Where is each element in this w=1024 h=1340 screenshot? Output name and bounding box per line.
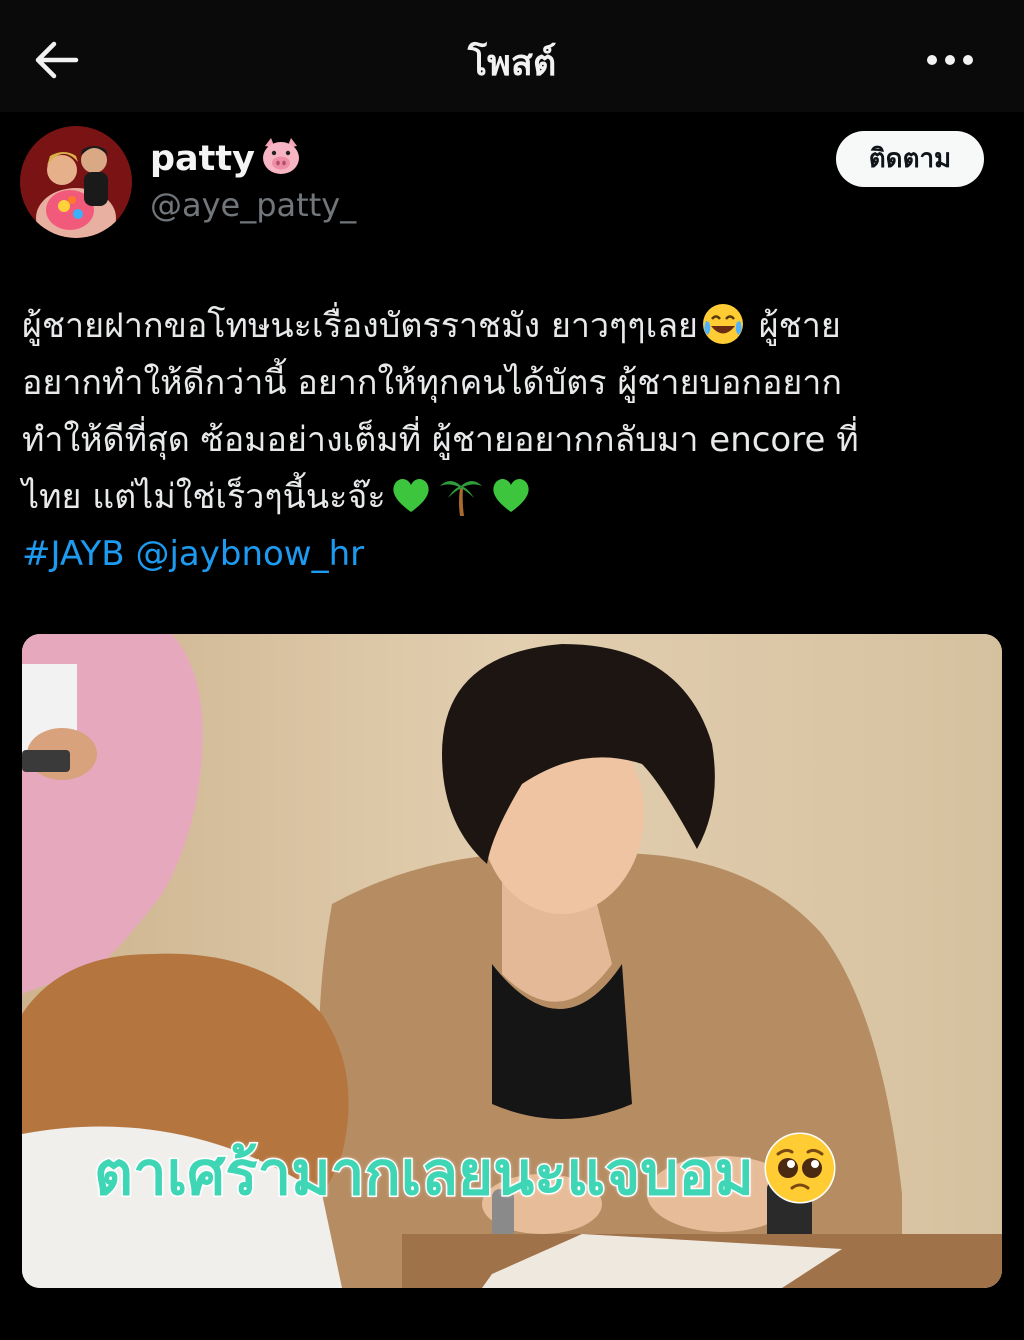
display-name[interactable]: patty bbox=[150, 136, 303, 179]
more-options-button[interactable] bbox=[924, 48, 976, 72]
palm-tree-icon bbox=[439, 481, 482, 516]
pig-face-icon bbox=[262, 138, 299, 174]
green-heart-icon bbox=[392, 478, 429, 512]
tweet-line-4: ไทย แต่ไม่ใช่เร็วๆนี้นะจ๊ะ bbox=[22, 469, 1012, 526]
top-bar: โพสต์ bbox=[0, 0, 1024, 112]
more-horizontal-icon bbox=[927, 55, 973, 65]
tweet-line-5: #JAYB @jaybnow_hr bbox=[22, 526, 1012, 583]
tweet-text: ผู้ชายฝากขอโทษนะเรื่องบัตรราชมัง ยาวๆๆเล… bbox=[22, 298, 1012, 583]
tweet-line-2: อยากทำให้ดีกว่านี้ อยากให้ทุกคนได้บัตร ผ… bbox=[22, 363, 842, 403]
user-handle: @aye_patty_ bbox=[150, 186, 357, 224]
follow-button[interactable]: ติดตาม bbox=[836, 131, 984, 187]
tweet-line-3: ทำให้ดีที่สุด ซ้อมอย่างเต็มที่ ผู้ชายอยา… bbox=[22, 420, 859, 460]
tweet-line-1: ผู้ชายฝากขอโทษนะเรื่องบัตรราชมัง ยาวๆๆเล… bbox=[22, 298, 1012, 355]
pleading-face-icon bbox=[764, 1132, 836, 1204]
media-caption: ตาเศร้ามากเลยนะแจบอม bbox=[93, 1126, 840, 1221]
avatar[interactable] bbox=[20, 126, 132, 238]
green-heart-icon bbox=[492, 478, 529, 512]
hashtag-link[interactable]: #JAYB bbox=[22, 534, 125, 574]
tweet-media[interactable]: ตาเศร้ามากเลยนะแจบอม bbox=[22, 634, 1002, 1288]
mention-link[interactable]: @jaybnow_hr bbox=[135, 534, 364, 574]
laughing-tears-icon bbox=[702, 304, 743, 344]
page-title: โพสต์ bbox=[467, 43, 557, 84]
